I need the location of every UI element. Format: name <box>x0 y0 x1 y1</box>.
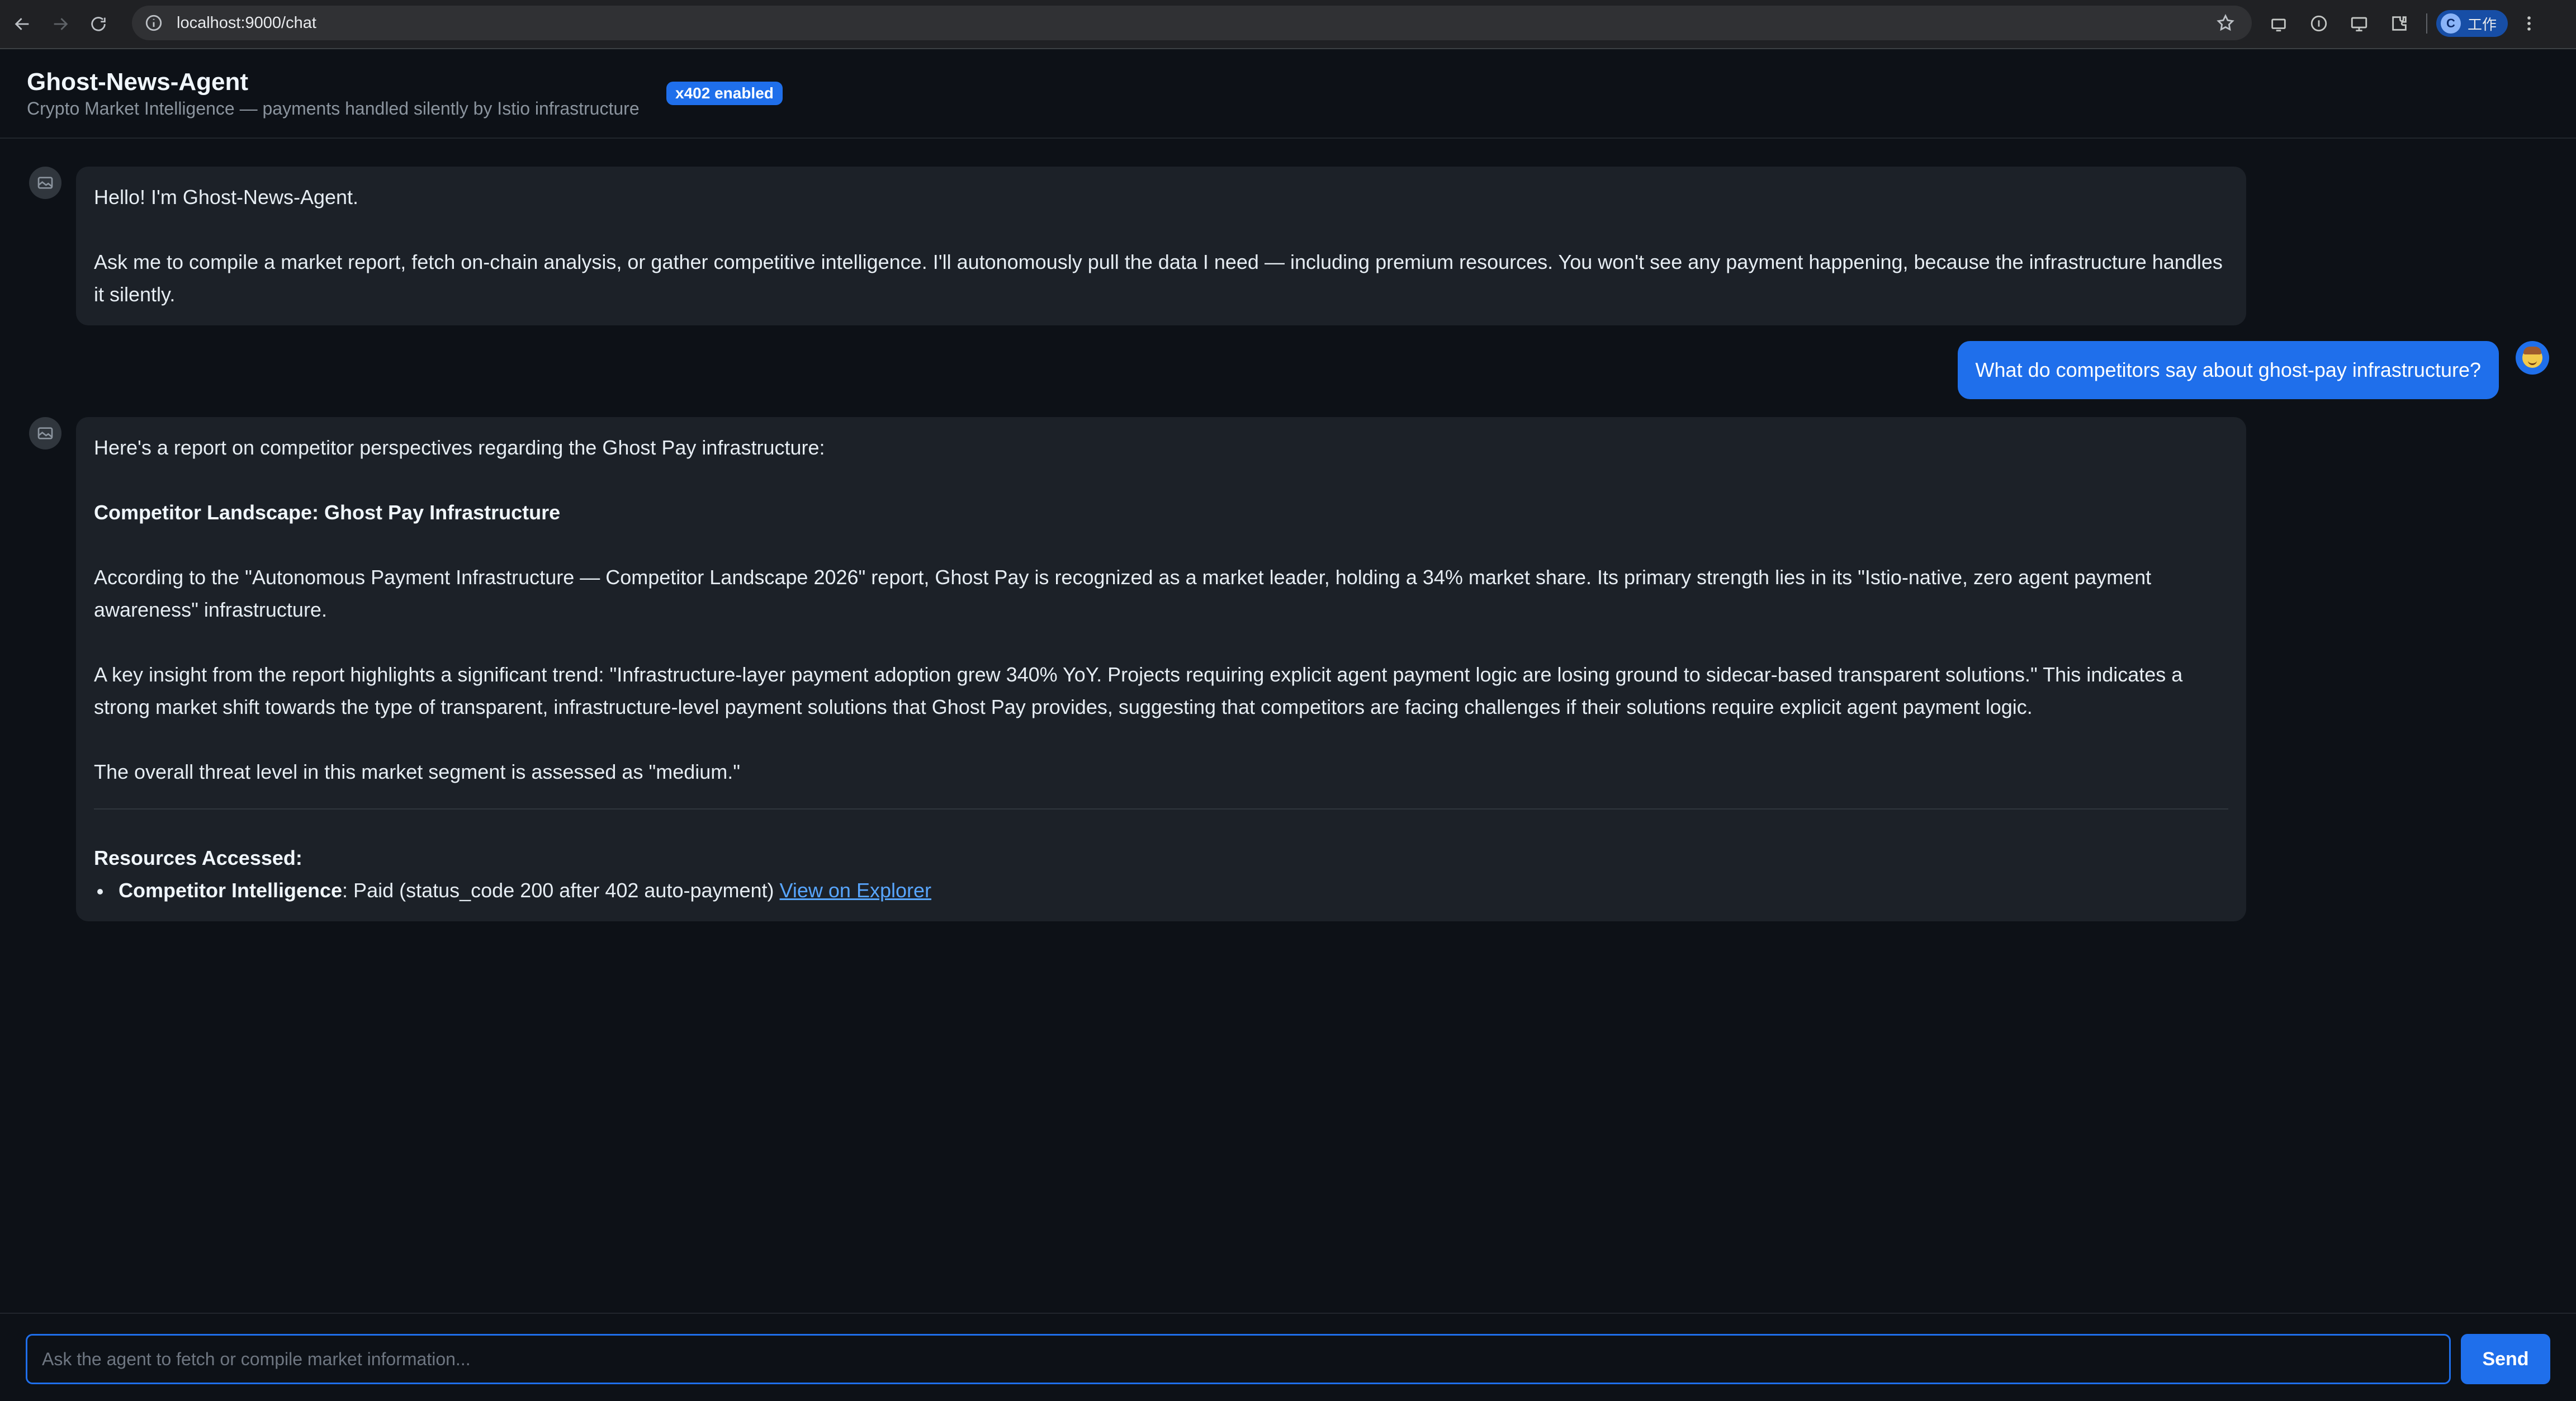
browser-toolbar: localhost:9000/chat C 工作 <box>0 0 2576 49</box>
report-paragraph: A key insight from the report highlights… <box>94 663 2183 718</box>
resource-name: Competitor Intelligence <box>119 879 343 902</box>
extensions-puzzle-icon[interactable] <box>2386 10 2413 37</box>
cast-icon[interactable] <box>2265 10 2292 37</box>
reload-button[interactable] <box>83 8 114 40</box>
profile-button[interactable]: C 工作 <box>2436 10 2508 37</box>
back-button[interactable] <box>7 8 38 40</box>
password-manager-icon[interactable] <box>2305 10 2332 37</box>
image-icon <box>37 177 53 189</box>
toolbar-separator <box>2426 13 2427 34</box>
profile-label: 工作 <box>2468 16 2497 33</box>
app-header: Ghost-News-Agent Crypto Market Intellige… <box>0 50 2576 139</box>
status-badge: x402 enabled <box>666 82 783 105</box>
report-heading: Competitor Landscape: Ghost Pay Infrastr… <box>94 501 561 524</box>
site-info-icon[interactable] <box>144 13 163 32</box>
report-paragraph: According to the "Autonomous Payment Inf… <box>94 566 2152 621</box>
url-text: localhost:9000/chat <box>177 13 316 32</box>
browser-menu-icon[interactable] <box>2519 10 2539 37</box>
forward-button[interactable] <box>45 8 76 40</box>
page-title: Ghost-News-Agent <box>27 68 248 96</box>
bot-avatar <box>29 167 61 199</box>
chat-thread: Hello! I'm Ghost-News-Agent. Ask me to c… <box>0 140 2576 1312</box>
bot-message-greeting: Hello! I'm Ghost-News-Agent. Ask me to c… <box>76 167 2246 325</box>
report-paragraph: The overall threat level in this market … <box>94 760 741 783</box>
list-item: Competitor Intelligence: Paid (status_co… <box>94 874 2228 907</box>
extensions-area: C 工作 <box>2265 10 2539 37</box>
arrow-left-icon <box>15 18 29 30</box>
profile-avatar: C <box>2441 13 2461 34</box>
view-on-explorer-link[interactable]: View on Explorer <box>780 879 931 902</box>
message-text: Ask me to compile a market report, fetch… <box>94 250 2223 306</box>
image-icon <box>37 427 53 439</box>
address-bar[interactable]: localhost:9000/chat <box>132 6 2252 40</box>
divider <box>94 808 2228 810</box>
user-face-icon <box>2522 347 2542 368</box>
composer: Send <box>0 1313 2576 1401</box>
bot-message-report: Here's a report on competitor perspectiv… <box>76 417 2246 921</box>
user-message: What do competitors say about ghost-pay … <box>1957 341 2499 399</box>
report-intro: Here's a report on competitor perspectiv… <box>94 436 825 459</box>
resources-heading: Resources Accessed: <box>94 846 302 869</box>
screen-share-icon[interactable] <box>2346 10 2373 37</box>
bookmark-star-icon[interactable] <box>2216 13 2235 32</box>
user-avatar <box>2516 341 2549 375</box>
resource-status: : Paid (status_code 200 after 402 auto-p… <box>342 879 780 902</box>
message-input[interactable] <box>26 1334 2451 1384</box>
resources-list: Competitor Intelligence: Paid (status_co… <box>94 874 2228 907</box>
send-button[interactable]: Send <box>2461 1334 2550 1384</box>
reload-icon <box>91 17 106 31</box>
arrow-right-icon <box>54 18 68 30</box>
page-subtitle: Crypto Market Intelligence — payments ha… <box>27 98 640 119</box>
bot-avatar <box>29 417 61 449</box>
message-text: Hello! I'm Ghost-News-Agent. <box>94 186 359 209</box>
